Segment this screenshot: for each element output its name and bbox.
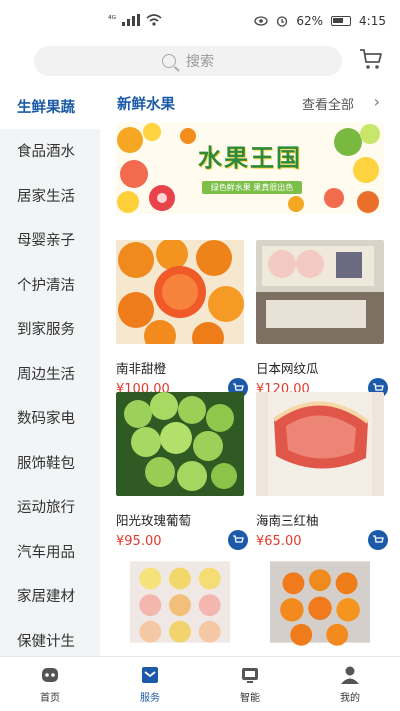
nav-profile[interactable]: 我的 <box>300 657 400 711</box>
product-card[interactable]: 海南三红柚 ¥65.00 <box>256 392 388 550</box>
promo-banner[interactable]: 水果王国 绿色鲜水果 果真很出色 <box>116 122 384 214</box>
status-bar: ⁴ᴳ 62% 4:15 <box>0 0 400 44</box>
sidebar-item-apparel[interactable]: 服饰鞋包 <box>0 440 100 485</box>
product-name: 日本网纹瓜 <box>256 361 319 376</box>
product-card[interactable]: 南非甜橙 ¥100.00 <box>116 238 248 398</box>
sidebar-item-label: 母婴亲子 <box>17 233 75 250</box>
sidebar-item-label: 周边生活 <box>17 366 75 383</box>
product-name: 南非甜橙 <box>116 361 167 376</box>
battery-icon <box>331 16 352 26</box>
product-name: 阳光玫瑰葡萄 <box>116 513 192 528</box>
product-price: ¥65.00 <box>256 534 302 549</box>
sidebar-item-label: 个护清洁 <box>17 277 75 294</box>
bottom-nav: 首页 服务 智能 我的 <box>0 656 400 711</box>
banner-subtitle: 绿色鲜水果 果真很出色 <box>202 181 302 194</box>
add-to-cart-icon[interactable] <box>368 530 388 550</box>
sidebar-item-label: 运动旅行 <box>17 500 75 517</box>
sidebar-item-label: 汽车用品 <box>17 544 75 561</box>
product-card[interactable]: 阳光玫瑰葡萄 ¥95.00 <box>116 392 248 550</box>
product-image <box>256 240 384 344</box>
sidebar-item-mother-baby[interactable]: 母婴亲子 <box>0 218 100 263</box>
sidebar-item-food-drinks[interactable]: 食品酒水 <box>0 129 100 174</box>
sidebar-item-label: 保健计生 <box>17 633 75 650</box>
sidebar-item-home-building[interactable]: 家居建材 <box>0 574 100 619</box>
search-header: 搜索 <box>0 44 400 84</box>
product-card[interactable] <box>130 550 260 656</box>
nav-label: 首页 <box>40 693 60 704</box>
sidebar-item-health[interactable]: 保健计生 <box>0 618 100 656</box>
smart-icon <box>242 668 258 683</box>
category-title: 新鲜水果 <box>117 97 175 113</box>
sidebar-item-label: 到家服务 <box>17 322 75 339</box>
cart-icon[interactable] <box>358 46 384 72</box>
search-placeholder: 搜索 <box>186 54 214 70</box>
sidebar-item-personal-care[interactable]: 个护清洁 <box>0 262 100 307</box>
add-to-cart-icon[interactable] <box>228 530 248 550</box>
sidebar-item-sports-travel[interactable]: 运动旅行 <box>0 485 100 530</box>
signal-icon <box>122 14 140 26</box>
sidebar-item-fresh-produce[interactable]: 生鲜果蔬 <box>0 84 100 129</box>
sidebar-item-label: 居家生活 <box>17 188 75 205</box>
sidebar-item-label: 家居建材 <box>17 589 75 606</box>
sidebar-item-label: 食品酒水 <box>17 144 75 161</box>
sidebar-item-label: 生鲜果蔬 <box>17 99 75 116</box>
battery-percent: 62% <box>296 14 324 28</box>
main-content: 新鲜水果 查看全部 › 水果王国 绿色鲜水果 果真很出色 南非甜橙 ¥100.0… <box>100 84 400 656</box>
sidebar-item-auto[interactable]: 汽车用品 <box>0 529 100 574</box>
home-icon <box>42 668 58 682</box>
product-card[interactable] <box>270 550 400 656</box>
clock-time: 4:15 <box>359 14 386 28</box>
service-icon <box>142 667 158 683</box>
nav-service[interactable]: 服务 <box>100 657 200 711</box>
category-header: 新鲜水果 查看全部 › <box>100 84 400 120</box>
nav-label: 我的 <box>340 693 360 704</box>
status-left: ⁴ᴳ <box>108 14 162 26</box>
banner-title: 水果王国 <box>198 144 302 172</box>
nav-label: 智能 <box>240 693 260 704</box>
sidebar-item-home-living[interactable]: 居家生活 <box>0 173 100 218</box>
profile-icon <box>341 666 359 684</box>
nav-home[interactable]: 首页 <box>0 657 100 711</box>
search-icon <box>162 54 176 68</box>
wifi-icon <box>146 14 162 26</box>
eye-icon <box>254 16 269 26</box>
product-image <box>116 392 244 496</box>
chevron-right-icon[interactable]: › <box>374 92 380 111</box>
nav-label: 服务 <box>140 693 160 704</box>
network-type-label: ⁴ᴳ <box>108 15 116 25</box>
product-image <box>270 561 370 646</box>
search-input[interactable]: 搜索 <box>34 46 342 76</box>
product-image <box>130 561 230 643</box>
product-image <box>256 392 384 496</box>
product-card[interactable]: 日本网纹瓜 ¥120.00 <box>256 240 388 398</box>
alarm-icon <box>277 16 288 27</box>
view-all-link[interactable]: 查看全部 <box>302 94 354 113</box>
product-price: ¥95.00 <box>116 534 162 549</box>
nav-smart[interactable]: 智能 <box>200 657 300 711</box>
status-right: 62% 4:15 <box>254 14 386 28</box>
category-sidebar: 生鲜果蔬 食品酒水 居家生活 母婴亲子 个护清洁 到家服务 周边生活 数码家电 … <box>0 84 100 656</box>
sidebar-item-label: 服饰鞋包 <box>17 455 75 472</box>
sidebar-item-label: 数码家电 <box>17 411 75 428</box>
product-image <box>116 238 244 354</box>
sidebar-item-home-service[interactable]: 到家服务 <box>0 307 100 352</box>
sidebar-item-nearby-life[interactable]: 周边生活 <box>0 351 100 396</box>
sidebar-item-digital-appliances[interactable]: 数码家电 <box>0 396 100 441</box>
product-name: 海南三红柚 <box>256 513 319 528</box>
